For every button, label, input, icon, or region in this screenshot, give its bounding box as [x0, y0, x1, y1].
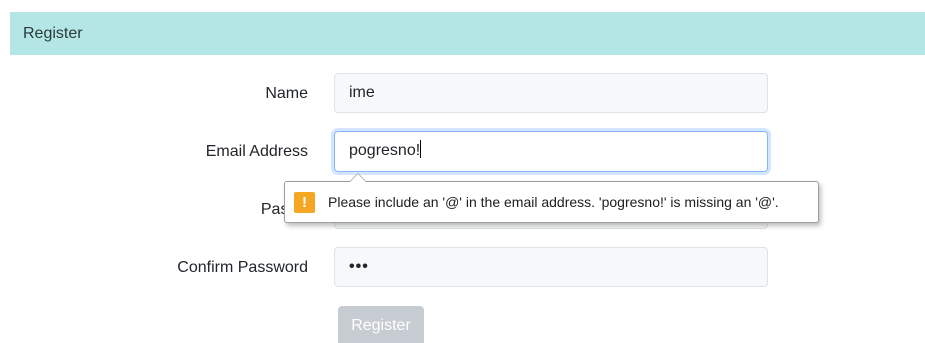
tooltip-arrow — [349, 173, 367, 182]
register-button[interactable]: Register — [338, 306, 424, 343]
confirm-password-row: Confirm Password ••• — [0, 247, 925, 289]
email-label: Email Address — [205, 143, 308, 160]
confirm-password-input-value: ••• — [349, 258, 369, 275]
warning-icon: ! — [294, 192, 315, 213]
name-input-value: ime — [349, 84, 375, 101]
register-page: Register Name ime Email Address pogresno… — [0, 0, 925, 343]
name-label: Name — [265, 85, 308, 102]
text-caret — [420, 140, 422, 158]
name-input[interactable]: ime — [334, 73, 768, 113]
email-row: Email Address pogresno! — [0, 131, 925, 173]
email-input-value: pogresno! — [349, 142, 421, 159]
confirm-password-label: Confirm Password — [177, 259, 308, 276]
card-header: Register — [10, 12, 925, 55]
validation-message: Please include an '@' in the email addre… — [328, 194, 779, 210]
email-input[interactable]: pogresno! — [334, 131, 768, 172]
confirm-password-input[interactable]: ••• — [334, 247, 768, 287]
card-header-title: Register — [23, 25, 83, 42]
validation-tooltip: ! Please include an '@' in the email add… — [284, 173, 819, 223]
name-row: Name ime — [0, 73, 925, 115]
